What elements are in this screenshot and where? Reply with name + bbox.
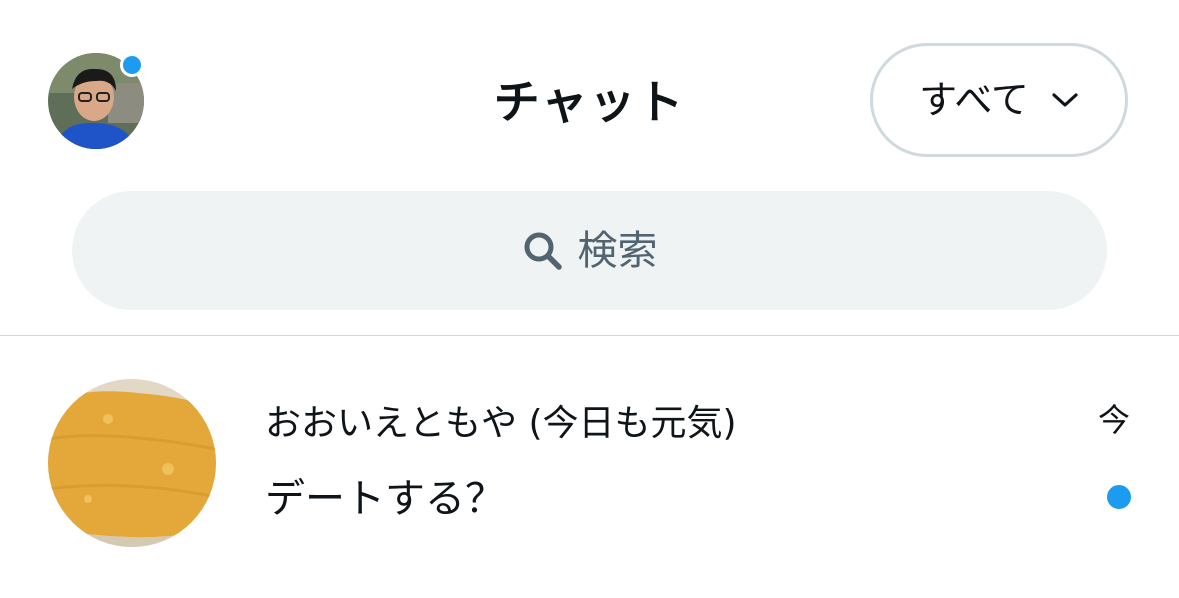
conversation-list-item[interactable]: おおいえともや (今日も元気) デートする？ 今 (0, 336, 1179, 598)
filter-label: すべて (919, 78, 1029, 122)
chevron-down-icon (1051, 90, 1079, 110)
unread-indicator (1107, 485, 1131, 509)
conversation-avatar (48, 379, 216, 547)
conversation-timestamp: 今 (1098, 401, 1131, 439)
search-input[interactable]: 検索 (72, 191, 1107, 310)
search-placeholder: 検索 (577, 227, 658, 274)
chat-screen: チャット すべて 検索 おおいえともや (今日も元気) デートする？ 今 (0, 0, 1179, 598)
conversation-last-message: デートする？ (265, 476, 505, 522)
search-icon (522, 230, 564, 272)
conversation-name: おおいえともや (今日も元気) (265, 403, 737, 444)
filter-dropdown-button[interactable]: すべて (870, 43, 1128, 157)
